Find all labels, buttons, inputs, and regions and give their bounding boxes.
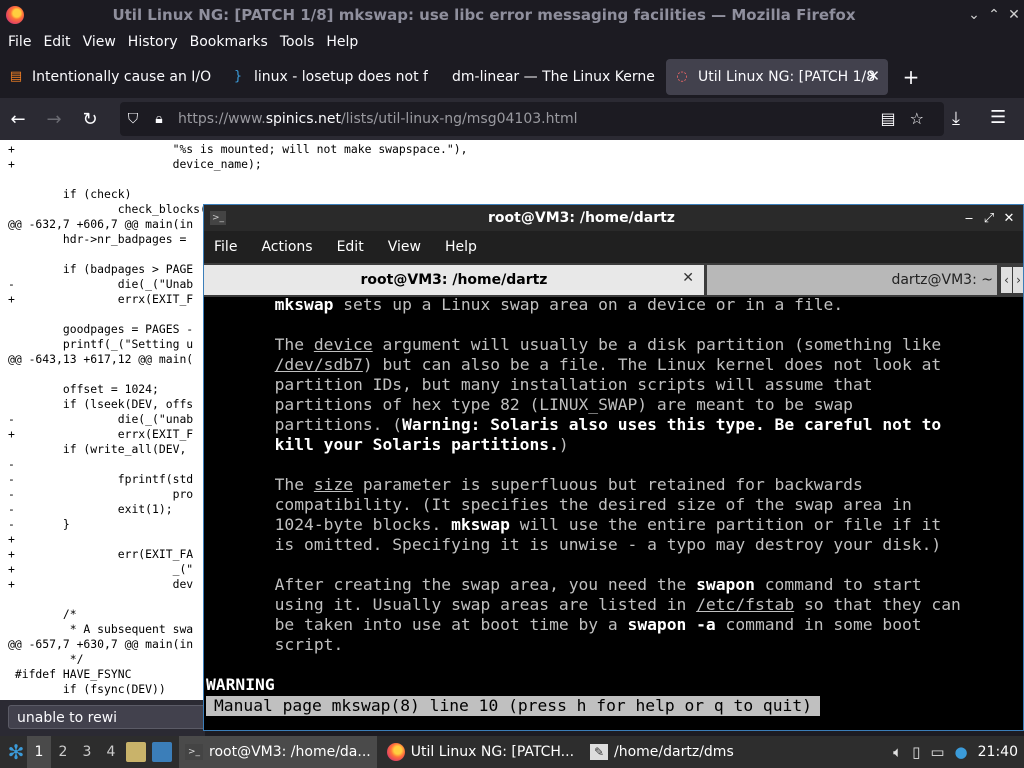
bluetooth-icon[interactable]: ● <box>955 743 968 761</box>
firefox-window-title: Util Linux NG: [PATCH 1/8] mkswap: use l… <box>112 6 856 24</box>
clock[interactable]: 21:40 <box>978 744 1018 760</box>
terminal-tab-root[interactable]: root@VM3: /home/dartz ✕ <box>204 265 704 295</box>
find-bar: unable to rewi <box>0 700 208 736</box>
volume-icon[interactable]: 🔈︎ <box>893 743 902 761</box>
firefox-tabstrip: ▤ Intentionally cause an I/O } linux - l… <box>0 56 1024 98</box>
downloads-icon[interactable]: ⤓ <box>952 108 960 129</box>
terminal-maximize-icon[interactable]: ⤢ <box>979 211 999 226</box>
tracking-shield-icon[interactable]: ⛉ <box>120 111 146 127</box>
new-tab-icon[interactable]: + <box>896 65 926 89</box>
lock-icon[interactable]: 🔒︎ <box>146 111 172 127</box>
tab-close-icon[interactable]: ✕ <box>867 67 880 85</box>
unix-stackexchange-icon: } <box>233 69 243 84</box>
url-bar[interactable]: ⛉ 🔒︎ https://www.spinics.net/lists/util-… <box>120 102 944 136</box>
task-text-editor[interactable]: ✎ /home/dartz/dms <box>584 736 740 768</box>
tab-intentionally-cause[interactable]: ▤ Intentionally cause an I/O <box>0 59 222 95</box>
forward-icon[interactable]: → <box>36 109 72 130</box>
menu-tools[interactable]: Tools <box>280 34 315 50</box>
menu-help[interactable]: Help <box>326 34 358 50</box>
firefox-menubar: File Edit View History Bookmarks Tools H… <box>0 30 1024 54</box>
terminal-menu-view[interactable]: View <box>388 239 421 255</box>
tab-losetup[interactable]: } linux - losetup does not f <box>222 59 444 95</box>
terminal-menu-edit[interactable]: Edit <box>337 239 364 255</box>
terminal-menubar: File Actions Edit View Help <box>204 231 1023 263</box>
reload-icon[interactable]: ↻ <box>72 109 108 130</box>
terminal-menu-file[interactable]: File <box>214 239 237 255</box>
start-menu-icon[interactable]: ✻ <box>5 741 27 763</box>
menu-view[interactable]: View <box>83 34 116 50</box>
file-manager-icon[interactable] <box>126 742 146 762</box>
menu-history[interactable]: History <box>128 34 178 50</box>
back-icon[interactable]: ← <box>0 109 36 130</box>
network-icon[interactable]: ▭ <box>930 743 944 761</box>
workspace-4[interactable]: 4 <box>99 744 123 760</box>
workspace-2[interactable]: 2 <box>51 744 75 760</box>
workspace-3[interactable]: 3 <box>75 744 99 760</box>
terminal-tab-dartz[interactable]: dartz@VM3: ~ <box>707 265 997 295</box>
terminal-minimize-icon[interactable]: ‒ <box>959 211 979 226</box>
editor-task-icon: ✎ <box>590 744 609 760</box>
firefox-task-icon <box>386 743 405 761</box>
app-menu-icon[interactable]: ☰ <box>990 107 1006 128</box>
terminal-task-icon: >_ <box>185 744 203 760</box>
terminal-output[interactable]: mkswap sets up a Linux swap area on a de… <box>204 297 1023 730</box>
firefox-navbar: ← → ↻ ⛉ 🔒︎ https://www.spinics.net/lists… <box>0 98 1024 140</box>
tab-util-linux-patch[interactable]: ◌ Util Linux NG: [PATCH 1/8 ✕ <box>666 59 888 95</box>
tab-scroll-right-icon[interactable]: › <box>1013 267 1023 293</box>
system-tray: 🔈︎ ▯ ▭ ● 21:40 <box>888 736 1024 768</box>
show-desktop-icon[interactable] <box>152 742 172 762</box>
task-terminal[interactable]: >_ root@VM3: /home/da... <box>179 736 377 768</box>
terminal-close-icon[interactable]: ✕ <box>999 211 1019 226</box>
url-text[interactable]: https://www.spinics.net/lists/util-linux… <box>178 111 577 127</box>
stackexchange-icon: ▤ <box>9 69 23 84</box>
taskbar: ✻ 1 2 3 4 >_ root@VM3: /home/da... Util … <box>0 736 1024 768</box>
find-input[interactable]: unable to rewi <box>8 705 208 729</box>
terminal-tabstrip: root@VM3: /home/dartz ✕ dartz@VM3: ~ ‹ › <box>204 263 1023 297</box>
man-status-line: Manual page mkswap(8) line 10 (press h f… <box>206 696 820 716</box>
task-firefox[interactable]: Util Linux NG: [PATCH... <box>381 736 580 768</box>
tab-scroll-left-icon[interactable]: ‹ <box>1001 267 1012 293</box>
menu-file[interactable]: File <box>8 34 31 50</box>
terminal-tab-close-icon[interactable]: ✕ <box>682 270 694 286</box>
terminal-window: >_ root@VM3: /home/dartz ‒ ⤢ ✕ File Acti… <box>203 204 1024 731</box>
maximize-icon[interactable]: ⌃ <box>984 7 1004 23</box>
terminal-menu-help[interactable]: Help <box>445 239 477 255</box>
loading-icon: ◌ <box>676 69 688 84</box>
minimize-icon[interactable]: ⌄ <box>964 7 984 23</box>
workspace-1[interactable]: 1 <box>27 736 51 768</box>
tab-dm-linear[interactable]: dm-linear — The Linux Kerne <box>444 59 666 95</box>
close-icon[interactable]: ✕ <box>1004 7 1024 23</box>
clipboard-icon[interactable]: ▯ <box>912 743 920 761</box>
terminal-titlebar: >_ root@VM3: /home/dartz ‒ ⤢ ✕ <box>204 205 1023 231</box>
firefox-titlebar: Util Linux NG: [PATCH 1/8] mkswap: use l… <box>0 0 1024 30</box>
menu-bookmarks[interactable]: Bookmarks <box>190 34 268 50</box>
menu-edit[interactable]: Edit <box>43 34 70 50</box>
terminal-menu-actions[interactable]: Actions <box>261 239 312 255</box>
terminal-title: root@VM3: /home/dartz <box>488 210 675 226</box>
man-page-text: mkswap sets up a Linux swap area on a de… <box>206 297 961 694</box>
reader-view-icon[interactable]: ▤☆ <box>881 109 938 128</box>
